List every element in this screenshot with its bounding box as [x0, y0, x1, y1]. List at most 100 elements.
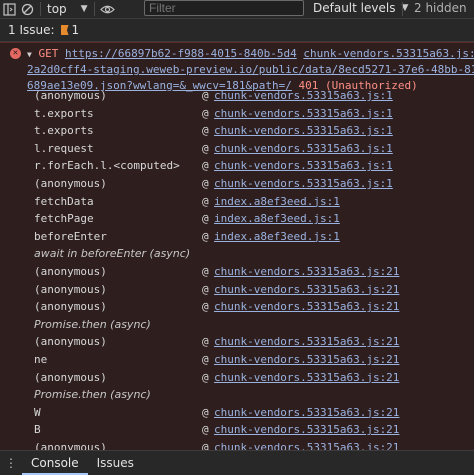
error-source-link[interactable]: chunk-vendors.53315a63.js:1 [303, 47, 474, 60]
tab-issues[interactable]: Issues [88, 451, 143, 475]
stack-frame-function: (anonymous) [34, 177, 107, 190]
stack-frame-source-link[interactable]: chunk-vendors.53315a63.js:21 [214, 406, 399, 419]
context-selector[interactable]: top ▼ [47, 2, 88, 16]
stack-frame: r.forEach.l.<computed> @ chunk-vendors.533… [0, 159, 474, 176]
request-url-link-cont[interactable]: 2a2d0cff4-staging.weweb-preview.io/publi… [27, 63, 474, 76]
async-label: Promise.then (async) [34, 317, 151, 331]
tab-console[interactable]: Console [22, 451, 88, 475]
stack-frame-function: ne [34, 353, 48, 366]
clear-console-icon[interactable] [18, 0, 36, 18]
stack-frame: (anonymous) @ chunk-vendors.53315a63.js:21 [0, 335, 474, 352]
request-method: GET [38, 47, 59, 60]
issues-count[interactable]: 1 [72, 23, 80, 37]
stack-frame-function: (anonymous) [34, 370, 107, 384]
stack-frame-source-link[interactable]: chunk-vendors.53315a63.js:21 [214, 283, 399, 296]
stack-frame-source-link[interactable]: chunk-vendors.53315a63.js:1 [214, 107, 393, 120]
stack-frame-function: l.request [34, 141, 94, 155]
stack-frame: l.request @ chunk-vendors.53315a63.js:1 [0, 142, 474, 159]
console-messages: ✕ ▼ GET https://66897b62-f988-4015-840b-… [0, 42, 474, 451]
stack-frame-function: fetchData [34, 194, 94, 208]
hidden-count[interactable]: 2 hidden [414, 1, 467, 15]
at-symbol: @ [202, 141, 209, 155]
stack-frame: (anonymous) @ chunk-vendors.53315a63.js:21 [0, 265, 474, 282]
at-symbol: @ [202, 106, 209, 120]
stack-frame-function: beforeEnter [34, 229, 107, 243]
stack-frame-function: (anonymous) [34, 265, 107, 278]
stack-frame-source-link[interactable]: chunk-vendors.53315a63.js:1 [214, 142, 393, 155]
stack-frame: ne @ chunk-vendors.53315a63.js:21 [0, 353, 474, 370]
stack-frame-source-link[interactable]: chunk-vendors.53315a63.js:1 [214, 124, 393, 137]
stack-frame-source-link[interactable]: chunk-vendors.53315a63.js:1 [214, 89, 393, 102]
drawer-tabbar: ⋮ Console Issues [0, 450, 474, 475]
stack-frame-function: (anonymous) [34, 282, 107, 296]
at-symbol: @ [202, 194, 209, 208]
sidebar-toggle-icon[interactable] [0, 0, 18, 18]
stack-frame: (anonymous) @ chunk-vendors.53315a63.js:21 [0, 371, 474, 388]
stack-frame-function: r.forEach.l.<computed> [34, 159, 180, 173]
stack-frame-source-link[interactable]: chunk-vendors.53315a63.js:21 [214, 371, 399, 384]
at-symbol: @ [202, 124, 209, 138]
at-symbol: @ [202, 282, 209, 296]
toolbar-divider [40, 2, 41, 16]
stack-frame: (anonymous) @ chunk-vendors.53315a63.js:1 [0, 177, 474, 194]
toolbar-divider [93, 2, 95, 16]
stack-frame: (anonymous) @ chunk-vendors.53315a63.js:21 [0, 283, 474, 300]
context-selector-label: top [47, 2, 67, 16]
stack-frame: beforeEnter @ index.a8ef3eed.js:1 [0, 230, 474, 247]
at-symbol: @ [202, 212, 209, 226]
stack-frame-function: t.exports [34, 124, 94, 138]
stack-frame: fetchPage @ index.a8ef3eed.js:1 [0, 212, 474, 229]
stack-frame-function: t.exports [34, 106, 94, 120]
stack-frame: W @ chunk-vendors.53315a63.js:21 [0, 406, 474, 423]
chevron-down-icon: ▼ [80, 4, 88, 14]
async-label: Promise.then (async) [34, 388, 151, 402]
at-symbol: @ [202, 370, 209, 384]
log-levels-dropdown[interactable]: Default levels ▼ [313, 1, 408, 15]
log-levels-label: Default levels [313, 1, 396, 15]
at-symbol: @ [202, 405, 209, 419]
async-boundary: await in beforeEnter (async) [0, 247, 474, 264]
stack-frame-function: B [34, 423, 41, 437]
async-boundary: Promise.then (async) [0, 318, 474, 335]
kebab-menu-icon[interactable]: ⋮ [0, 456, 22, 470]
stack-frame: (anonymous) @ chunk-vendors.53315a63.js:21 [0, 300, 474, 317]
async-label: await in beforeEnter (async) [34, 247, 191, 261]
stack-frame-source-link[interactable]: index.a8ef3eed.js:1 [214, 195, 340, 208]
stack-frame-source-link[interactable]: chunk-vendors.53315a63.js:21 [214, 353, 399, 366]
error-line-2: 2a2d0cff4-staging.weweb-preview.io/publi… [27, 63, 474, 76]
at-symbol: @ [202, 300, 209, 314]
stack-frame-source-link[interactable]: chunk-vendors.53315a63.js:21 [214, 265, 399, 278]
stack-frame-function: fetchPage [34, 212, 94, 226]
filter-input[interactable] [144, 0, 304, 16]
error-line-1: ▼ GET https://66897b62-f988-4015-840b-5d… [27, 47, 474, 60]
at-symbol: @ [202, 229, 209, 243]
stack-frame-function: (anonymous) [34, 300, 107, 314]
at-symbol: @ [202, 353, 209, 366]
stack-frame: B @ chunk-vendors.53315a63.js:21 [0, 423, 474, 440]
at-symbol: @ [202, 89, 209, 102]
stack-frame-source-link[interactable]: index.a8ef3eed.js:1 [214, 212, 340, 225]
stack-frame-source-link[interactable]: chunk-vendors.53315a63.js:1 [214, 159, 393, 172]
stack-frame: t.exports @ chunk-vendors.53315a63.js:1 [0, 124, 474, 141]
at-symbol: @ [202, 335, 209, 349]
eye-icon[interactable] [99, 0, 117, 18]
stack-frame-source-link[interactable]: chunk-vendors.53315a63.js:21 [214, 335, 399, 348]
issues-label: 1 Issue: [8, 23, 55, 37]
error-icon: ✕ [10, 48, 21, 59]
expand-triangle-icon[interactable]: ▼ [27, 50, 32, 59]
stack-frame-source-link[interactable]: index.a8ef3eed.js:1 [214, 230, 340, 243]
stack-frame: t.exports @ chunk-vendors.53315a63.js:1 [0, 107, 474, 124]
stack-frame: fetchData @ index.a8ef3eed.js:1 [0, 195, 474, 212]
stack-frame: (anonymous) @ chunk-vendors.53315a63.js:1 [0, 89, 474, 106]
async-boundary: Promise.then (async) [0, 388, 474, 405]
stack-frame-function: (anonymous) [34, 89, 107, 102]
at-symbol: @ [202, 265, 209, 278]
request-url-link[interactable]: https://66897b62-f988-4015-840b-5d4 [65, 47, 297, 60]
at-symbol: @ [202, 177, 209, 190]
stack-frame-source-link[interactable]: chunk-vendors.53315a63.js:1 [214, 177, 393, 190]
issue-flag-icon [60, 25, 69, 35]
stack-frame-source-link[interactable]: chunk-vendors.53315a63.js:21 [214, 300, 399, 313]
stack-frame-source-link[interactable]: chunk-vendors.53315a63.js:21 [214, 423, 399, 436]
issues-bar: 1 Issue: 1 [0, 19, 474, 42]
toolbar-divider [402, 2, 403, 16]
